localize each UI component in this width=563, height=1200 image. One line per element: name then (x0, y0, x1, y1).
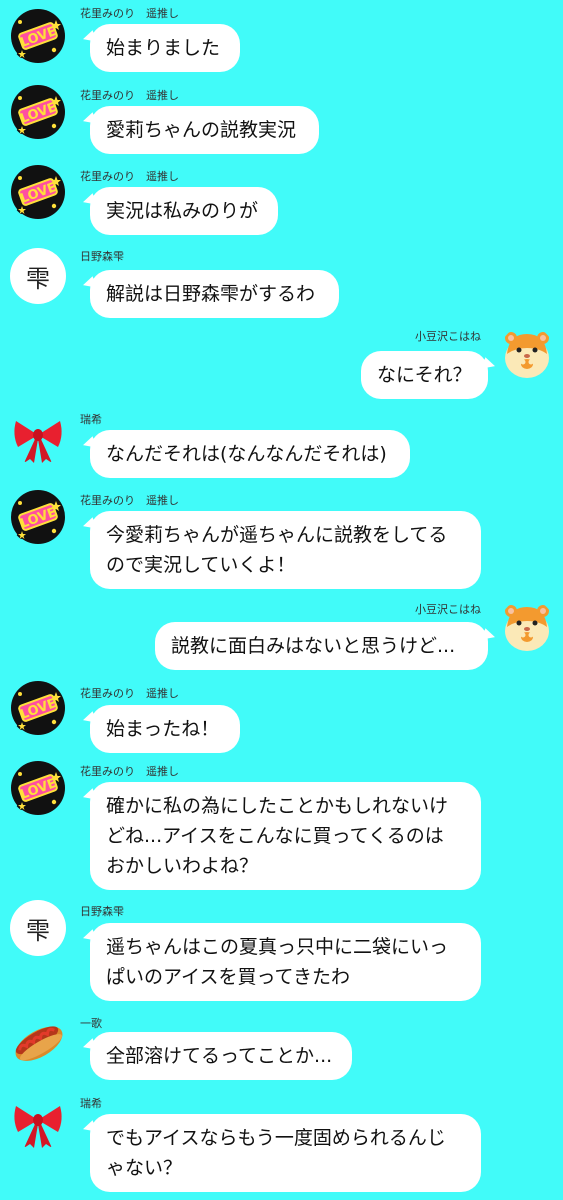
message-bubble[interactable]: 今愛莉ちゃんが遥ちゃんに説教をしてる ので実況していくよ！ (90, 511, 481, 589)
ribbon-avatar[interactable] (10, 1094, 66, 1150)
sender-name: 小豆沢こはね (415, 603, 481, 616)
message-text: でもアイスならもう一度固められるんじ ゃない？ (106, 1127, 446, 1179)
message-row: 瑞希 でもアイスならもう一度固められるんじ ゃない？ (0, 1090, 563, 1200)
message-row: 花里みのり 遥推し 始まったね！ (0, 680, 563, 760)
sender-name: 花里みのり 遥推し (80, 494, 179, 507)
message-text: 愛莉ちゃんの説教実況 (106, 119, 297, 141)
message-text: 遥ちゃんはこの夏真っ只中に二袋にいっ ぱいのアイスを買ってきたわ (106, 936, 449, 988)
shizuku-glyph: 雫 (26, 264, 50, 293)
message-row: 花里みのり 遥推し 始まりました (0, 0, 563, 80)
message-bubble[interactable]: 愛莉ちゃんの説教実況 (90, 106, 319, 154)
message-text: 実況は私みのりが (106, 200, 259, 222)
message-bubble[interactable]: なんだそれは(なんなんだそれは) (90, 430, 410, 478)
sender-name: 日野森雫 (80, 905, 124, 918)
message-text: なんだそれは(なんなんだそれは) (106, 443, 387, 465)
message-row: 雫 日野森雫 遥ちゃんはこの夏真っ只中に二袋にいっ ぱいのアイスを買ってきたわ (0, 900, 563, 1010)
message-row: 一歌 全部溶けてるってことか... (0, 1010, 563, 1090)
ribbon-avatar[interactable] (10, 409, 66, 465)
message-text: 説教に面白みはないと思うけど... (171, 635, 456, 657)
shizuku-avatar[interactable]: 雫 (10, 900, 66, 956)
love-badge-avatar[interactable] (10, 8, 66, 64)
message-row: 雫 日野森雫 解説は日野森雫がするわ (0, 240, 563, 320)
message-row: 瑞希 なんだそれは(なんなんだそれは) (0, 405, 563, 485)
message-text: 確かに私の為にしたことかもしれないけ どね...アイスをこんなに買ってくるのは … (106, 795, 449, 877)
message-row: 小豆沢こはね 説教に面白みはないと思うけど... (0, 595, 563, 680)
message-text: 始まったね！ (106, 718, 220, 740)
message-bubble[interactable]: 実況は私みのりが (90, 187, 278, 235)
message-bubble[interactable]: 始まったね！ (90, 705, 240, 753)
message-text: 始まりました (106, 37, 221, 59)
shizuku-avatar[interactable]: 雫 (10, 248, 66, 304)
love-badge-avatar[interactable] (10, 489, 66, 545)
sender-name: 花里みのり 遥推し (80, 7, 179, 20)
message-bubble[interactable]: 確かに私の為にしたことかもしれないけ どね...アイスをこんなに買ってくるのは … (90, 782, 481, 890)
shizuku-glyph: 雫 (26, 916, 50, 945)
love-badge-avatar[interactable] (10, 164, 66, 220)
message-text: なにそれ？ (377, 364, 472, 386)
love-badge-avatar[interactable] (10, 84, 66, 140)
message-text: 今愛莉ちゃんが遥ちゃんに説教をしてる ので実況していくよ！ (106, 524, 448, 576)
love-badge-avatar[interactable] (10, 680, 66, 736)
message-text: 解説は日野森雫がするわ (106, 283, 316, 305)
sender-name: 花里みのり 遥推し (80, 765, 179, 778)
sender-name: 日野森雫 (80, 250, 124, 263)
message-bubble[interactable]: なにそれ？ (361, 351, 488, 399)
message-row: 花里みのり 遥推し 今愛莉ちゃんが遥ちゃんに説教をしてる ので実況していくよ！ (0, 485, 563, 595)
sender-name: 瑞希 (80, 1097, 102, 1110)
message-bubble[interactable]: 解説は日野森雫がするわ (90, 270, 339, 318)
message-text: 全部溶けてるってことか... (106, 1045, 333, 1067)
message-bubble[interactable]: でもアイスならもう一度固められるんじ ゃない？ (90, 1114, 481, 1192)
hotdog-avatar[interactable] (10, 1014, 66, 1070)
message-bubble[interactable]: 始まりました (90, 24, 240, 72)
sender-name: 瑞希 (80, 413, 102, 426)
hamster-avatar[interactable] (499, 599, 555, 655)
sender-name: 花里みのり 遥推し (80, 170, 179, 183)
sender-name: 花里みのり 遥推し (80, 89, 179, 102)
message-row: 小豆沢こはね なにそれ？ (0, 320, 563, 405)
message-row: 花里みのり 遥推し 愛莉ちゃんの説教実況 (0, 80, 563, 160)
message-row: 花里みのり 遥推し 実況は私みのりが (0, 160, 563, 240)
message-bubble[interactable]: 遥ちゃんはこの夏真っ只中に二袋にいっ ぱいのアイスを買ってきたわ (90, 923, 481, 1001)
message-row: 花里みのり 遥推し 確かに私の為にしたことかもしれないけ どね...アイスをこん… (0, 760, 563, 900)
message-bubble[interactable]: 全部溶けてるってことか... (90, 1032, 352, 1080)
love-badge-avatar[interactable] (10, 760, 66, 816)
sender-name: 小豆沢こはね (415, 330, 481, 343)
message-bubble[interactable]: 説教に面白みはないと思うけど... (155, 622, 488, 670)
sender-name: 花里みのり 遥推し (80, 687, 179, 700)
hamster-avatar[interactable] (499, 326, 555, 382)
sender-name: 一歌 (80, 1017, 102, 1030)
